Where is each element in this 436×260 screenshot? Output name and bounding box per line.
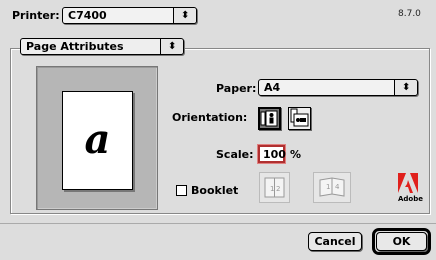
cancel-button[interactable]: Cancel xyxy=(308,232,362,251)
adobe-logo: Adobe xyxy=(398,173,423,205)
preview-page: a xyxy=(62,91,133,190)
printer-popup-value: C7400 xyxy=(68,9,107,22)
adobe-logo-text: Adobe xyxy=(398,195,423,203)
printer-popup[interactable]: C7400 ⬍ xyxy=(62,7,197,24)
page-preview: a xyxy=(36,66,158,210)
booklet-binding-right-icon: 1 4 xyxy=(313,172,351,203)
popup-arrows-icon: ⬍ xyxy=(173,8,196,23)
panel-popup-value: Page Attributes xyxy=(26,40,124,53)
divider xyxy=(0,223,436,224)
booklet-label: Booklet xyxy=(191,184,239,197)
printer-label: Printer: xyxy=(12,9,60,22)
svg-text:2: 2 xyxy=(276,185,280,193)
paper-popup-value: A4 xyxy=(264,81,281,94)
scale-unit: % xyxy=(290,148,302,161)
svg-text:1: 1 xyxy=(270,185,274,193)
ok-button[interactable]: OK xyxy=(376,232,427,251)
paper-popup[interactable]: A4 ⬍ xyxy=(258,79,418,96)
page-setup-dialog: Printer: C7400 ⬍ 8.7.0 Page Attributes ⬍… xyxy=(0,0,436,260)
preview-glyph: a xyxy=(84,116,111,163)
booklet-binding-left-icon: 1 2 xyxy=(259,172,290,203)
landscape-orientation-button[interactable] xyxy=(288,107,311,130)
panel-popup[interactable]: Page Attributes ⬍ xyxy=(20,38,184,55)
popup-arrows-icon: ⬍ xyxy=(160,39,183,54)
booklet-checkbox[interactable] xyxy=(176,185,187,196)
version-label: 8.7.0 xyxy=(398,9,421,19)
scale-label: Scale: xyxy=(216,148,254,161)
svg-text:1: 1 xyxy=(326,183,330,191)
scale-input-value: 100 xyxy=(263,148,286,161)
scale-input[interactable]: 100 xyxy=(258,145,286,163)
paper-label: Paper: xyxy=(216,82,257,95)
portrait-person-icon xyxy=(260,110,278,127)
portrait-orientation-button[interactable] xyxy=(258,107,281,130)
svg-text:4: 4 xyxy=(335,183,340,191)
landscape-person-icon xyxy=(290,108,309,127)
orientation-label: Orientation: xyxy=(172,111,248,124)
popup-arrows-icon: ⬍ xyxy=(394,80,417,95)
